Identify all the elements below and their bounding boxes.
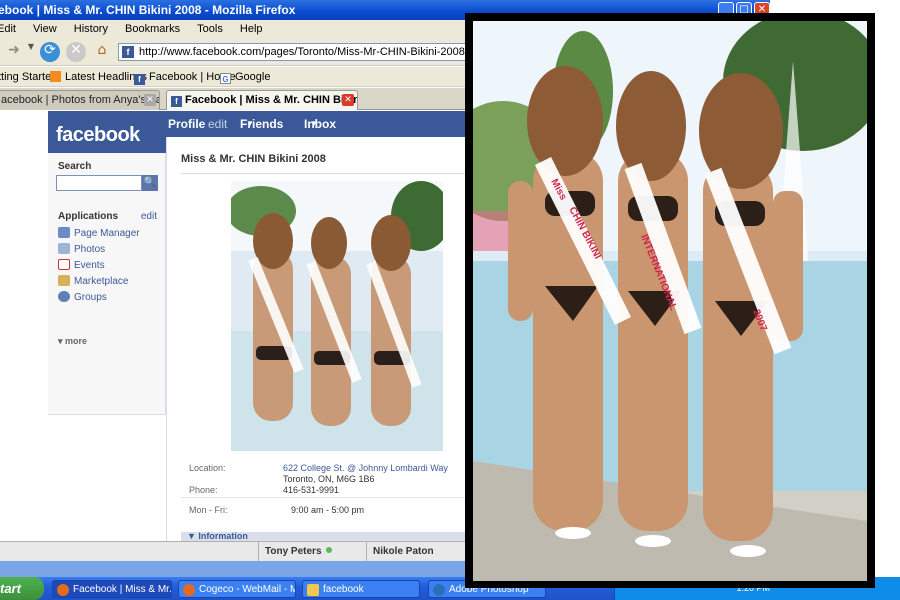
search-label: Search <box>58 161 92 172</box>
tab-close-icon[interactable]: ✕ <box>342 94 354 106</box>
folder-icon <box>307 584 319 596</box>
taskbar-item-firefox[interactable]: Facebook | Miss & Mr.... <box>52 580 172 598</box>
facebook-sidebar: Search 🔍 Applications edit Page Manager … <box>48 153 166 415</box>
location-address-link[interactable]: 622 College St. @ Johnny Lombardi Way <box>283 463 448 473</box>
google-icon: G <box>220 73 231 84</box>
page-manager-icon <box>58 227 70 238</box>
menu-tools[interactable]: Tools <box>197 20 223 38</box>
firefox-icon <box>183 584 195 596</box>
search-icon[interactable]: 🔍 <box>142 175 158 191</box>
divider <box>181 497 467 498</box>
enlarged-photo: Miss CHIN BIKINI INTERNATIONAL 2007 <box>473 21 867 581</box>
divider <box>181 173 467 174</box>
desktop-screen: ebook | Miss & Mr. CHIN Bikini 2008 - Mo… <box>0 0 900 600</box>
bookmark-latest-headlines[interactable]: Latest Headlines <box>50 67 147 87</box>
applications-edit-link[interactable]: edit <box>141 211 157 222</box>
information-section-header[interactable]: ▼ Information <box>181 532 467 541</box>
chat-friend-nikole-paton[interactable]: Nikole Paton <box>366 542 470 562</box>
enlarged-photo-frame: Miss CHIN BIKINI INTERNATIONAL 2007 <box>465 13 875 588</box>
sidebar-item-page-manager[interactable]: Page Manager <box>58 227 140 239</box>
sidebar-item-photos[interactable]: Photos <box>58 243 105 255</box>
menu-edit[interactable]: Edit <box>0 20 16 38</box>
menu-help[interactable]: Help <box>240 20 263 38</box>
photos-icon <box>58 243 70 254</box>
sidebar-more-link[interactable]: ▾ more <box>58 336 87 347</box>
bookmark-google[interactable]: G Google <box>220 67 270 87</box>
address-bar[interactable]: f http://www.facebook.com/pages/Toronto/… <box>118 43 470 61</box>
facebook-logo[interactable]: facebook <box>48 111 166 153</box>
hours-value: 9:00 am - 5:00 pm <box>291 505 365 515</box>
photoshop-icon <box>433 584 445 596</box>
tab-close-icon[interactable]: ✕ <box>144 94 156 106</box>
home-icon[interactable]: ⌂ <box>92 42 112 62</box>
facebook-icon: f <box>171 96 182 107</box>
bookmark-getting-started[interactable]: tting Started <box>0 67 57 87</box>
reload-icon[interactable]: ⟳ <box>40 42 60 62</box>
sidebar-item-marketplace[interactable]: Marketplace <box>58 275 128 287</box>
firefox-icon <box>57 584 69 596</box>
back-arrow-icon[interactable]: ➜ <box>4 42 24 62</box>
applications-label: Applications <box>58 211 119 222</box>
window-title: ebook | Miss & Mr. CHIN Bikini 2008 - Mo… <box>0 3 296 17</box>
location-city: Toronto, ON, M6G 1B6 <box>283 474 375 484</box>
phone-label: Phone: <box>189 485 218 495</box>
chevron-down-icon: ▼ <box>246 119 254 128</box>
start-button[interactable]: tart <box>0 577 44 600</box>
page-margin <box>0 111 48 541</box>
taskbar-item-webmail[interactable]: Cogeco - WebMail - M... <box>178 580 296 598</box>
search-input[interactable] <box>56 175 142 191</box>
profile-photo-thumbnail[interactable] <box>231 181 443 451</box>
tab-photos-anya[interactable]: acebook | Photos from Anya's Faceb... ✕ <box>0 90 160 110</box>
phone-value: 416-531-9991 <box>283 485 340 495</box>
groups-icon <box>58 291 70 302</box>
location-label: Location: <box>189 463 226 473</box>
menu-history[interactable]: History <box>74 20 108 38</box>
menu-bookmarks[interactable]: Bookmarks <box>125 20 180 38</box>
nav-profile[interactable]: Profile <box>168 111 205 137</box>
taskbar-item-facebook-folder[interactable]: facebook <box>302 580 420 598</box>
chevron-down-icon: ▼ <box>310 119 318 128</box>
marketplace-icon <box>58 275 70 286</box>
page-title: Miss & Mr. CHIN Bikini 2008 <box>181 153 326 165</box>
sidebar-item-events[interactable]: Events <box>58 259 105 271</box>
nav-profile-edit[interactable]: edit <box>208 111 227 137</box>
tab-chin-bikini[interactable]: f Facebook | Miss & Mr. CHIN Bikin... ✕ <box>166 90 358 110</box>
rss-icon <box>50 71 61 82</box>
page-main-column: Miss & Mr. CHIN Bikini 2008 Location: 62… <box>166 137 467 541</box>
facebook-icon: f <box>134 74 145 85</box>
online-status-icon <box>325 547 332 553</box>
hours-label: Mon - Fri: <box>189 505 228 515</box>
history-dropdown-icon[interactable]: ▼ <box>26 42 36 62</box>
address-url: http://www.facebook.com/pages/Toronto/Mi… <box>139 46 469 58</box>
facebook-favicon-icon: f <box>122 46 134 58</box>
sidebar-item-groups[interactable]: Groups <box>58 291 107 303</box>
calendar-icon <box>58 259 70 270</box>
stop-icon[interactable]: ✕ <box>66 42 86 62</box>
chat-friend-tony-peters[interactable]: Tony Peters <box>258 542 364 562</box>
menu-view[interactable]: View <box>33 20 57 38</box>
facebook-top-nav: Profile edit Friends ▼ Inbox ▼ <box>166 111 466 137</box>
